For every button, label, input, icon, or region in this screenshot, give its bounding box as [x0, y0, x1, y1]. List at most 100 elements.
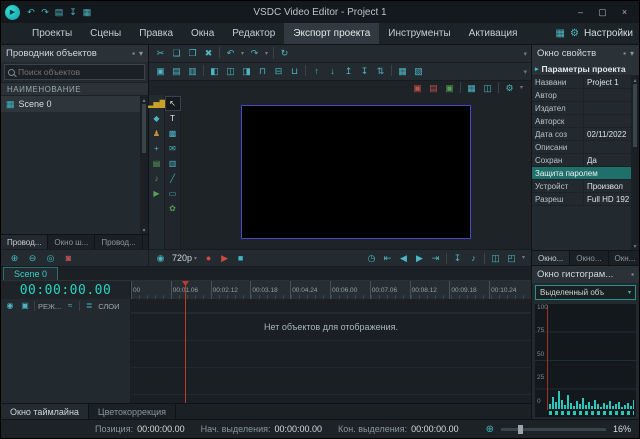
settings-button[interactable]: Настройки: [584, 28, 633, 39]
explorer-tab[interactable]: Провод...: [95, 235, 143, 249]
add-effect-icon[interactable]: ◆: [150, 112, 164, 125]
sprite-tool-icon[interactable]: ▩: [166, 127, 180, 140]
scroll-down-icon[interactable]: ▾: [142, 226, 145, 234]
chroma-key-icon[interactable]: ▤: [426, 82, 441, 95]
record-icon[interactable]: ●: [201, 252, 216, 265]
pin-icon[interactable]: ▪: [132, 49, 135, 58]
waveform-icon[interactable]: ≈: [64, 300, 76, 313]
property-row[interactable]: Разреш Full HD 192: [532, 193, 631, 206]
property-row[interactable]: Защита паролем: [532, 167, 631, 180]
mask-icon[interactable]: ▣: [410, 82, 425, 95]
expand-preview-icon[interactable]: ◰: [504, 252, 519, 265]
move-up-icon[interactable]: ↑: [309, 65, 324, 78]
scene-quick-icon[interactable]: ▦: [80, 4, 94, 20]
grid-view-icon[interactable]: ▦: [464, 82, 479, 95]
menu-item[interactable]: Окна: [182, 23, 223, 44]
minimize-button[interactable]: –: [570, 4, 591, 20]
property-row[interactable]: Устройст Произвол: [532, 180, 631, 193]
scroll-up-icon[interactable]: ▴: [142, 96, 145, 104]
separator[interactable]: [460, 81, 461, 93]
delete-icon[interactable]: ✖: [201, 47, 216, 60]
stop-icon[interactable]: ■: [233, 252, 248, 265]
undo-quick-icon[interactable]: ↶: [24, 4, 38, 20]
layers-icon[interactable]: ≣: [83, 300, 95, 313]
chart-tool-icon[interactable]: ▥: [166, 157, 180, 170]
zoom-slider-handle[interactable]: [517, 424, 523, 434]
group-icon[interactable]: ▦: [395, 65, 410, 78]
maximize-button[interactable]: ▢: [592, 4, 613, 20]
cut-icon[interactable]: ✂: [153, 47, 168, 60]
export-quick-icon[interactable]: ↧: [66, 4, 80, 20]
add-motion-icon[interactable]: ♟: [150, 127, 164, 140]
playback-overflow-icon[interactable]: ▾: [520, 252, 527, 265]
redo-quick-icon[interactable]: ↷: [38, 4, 52, 20]
clock-icon[interactable]: ◷: [364, 252, 379, 265]
separator[interactable]: [305, 65, 306, 76]
playhead-line[interactable]: [185, 281, 186, 403]
gear-icon[interactable]: ⚙: [570, 28, 579, 39]
property-value[interactable]: Project 1: [584, 78, 631, 87]
properties-tab[interactable]: Окно...: [532, 251, 571, 265]
explorer-tab[interactable]: Окно ш...: [48, 235, 96, 249]
add-image-icon[interactable]: ▤: [169, 65, 184, 78]
scroll-thumb[interactable]: [142, 104, 146, 153]
menu-item[interactable]: Правка: [130, 23, 182, 44]
play-scene-icon[interactable]: ▶: [150, 187, 164, 200]
toolbar-overflow-icon[interactable]: ▾: [523, 68, 527, 76]
property-row[interactable]: Названи Project 1: [532, 76, 631, 89]
property-row[interactable]: Авторск: [532, 115, 631, 128]
property-row[interactable]: Сохран Да: [532, 154, 631, 167]
menu-item[interactable]: Проекты: [23, 23, 81, 44]
send-back-icon[interactable]: ↧: [357, 65, 372, 78]
scroll-down-icon[interactable]: ▾: [633, 242, 636, 250]
add-object-icon[interactable]: ▣: [153, 65, 168, 78]
bottom-tab[interactable]: Цветокоррекция: [89, 404, 177, 419]
explorer-scrollbar[interactable]: ▴ ▾: [140, 96, 148, 234]
text-tool-icon[interactable]: T: [166, 112, 180, 125]
record-desktop-icon[interactable]: ◙: [61, 252, 76, 265]
refresh-icon[interactable]: ↻: [277, 47, 292, 60]
histogram-source-dropdown[interactable]: Выделенный объ ▾: [535, 285, 636, 300]
undo-icon[interactable]: ↶: [223, 47, 238, 60]
zoom-in-icon[interactable]: ⊕: [7, 252, 22, 265]
paste-icon[interactable]: ❐: [185, 47, 200, 60]
save-quick-icon[interactable]: ▤: [52, 4, 66, 20]
separator[interactable]: [273, 47, 274, 58]
mode-column-label[interactable]: РЕЖ...: [38, 302, 61, 311]
eye-icon[interactable]: ◉: [4, 300, 16, 313]
add-audio-icon[interactable]: ♪: [150, 172, 164, 185]
scroll-thumb[interactable]: [633, 84, 637, 148]
bottom-tab[interactable]: Окно таймлайна: [1, 404, 89, 419]
preview-eye-icon[interactable]: ◉: [153, 252, 168, 265]
menu-item[interactable]: Сцены: [81, 23, 130, 44]
scroll-up-icon[interactable]: ▴: [633, 76, 636, 84]
movement-icon[interactable]: +: [150, 142, 164, 155]
pin-icon[interactable]: ▪: [623, 49, 626, 58]
zoom-in-icon[interactable]: ⊕: [486, 424, 494, 435]
copy-icon[interactable]: ❏: [169, 47, 184, 60]
video-preview-canvas[interactable]: [241, 105, 471, 239]
menu-item[interactable]: Редактор: [223, 23, 284, 44]
lock-icon[interactable]: ▣: [19, 300, 31, 313]
capture-frame-icon[interactable]: ↧: [450, 252, 465, 265]
separator[interactable]: [498, 81, 499, 93]
play-icon[interactable]: ▶: [217, 252, 232, 265]
undo-caret-icon[interactable]: ▾: [239, 47, 246, 60]
add-video-icon[interactable]: ▤: [150, 157, 164, 170]
view-settings-caret-icon[interactable]: ▾: [518, 82, 525, 95]
go-end-icon[interactable]: ⇥: [428, 252, 443, 265]
safe-zones-icon[interactable]: ◫: [480, 82, 495, 95]
line-tool-icon[interactable]: ╱: [166, 172, 180, 185]
align-right-icon[interactable]: ◨: [239, 65, 254, 78]
collapse-icon[interactable]: ▾: [139, 49, 143, 58]
menu-item[interactable]: Экспорт проекта: [284, 23, 380, 44]
property-value[interactable]: Да: [584, 156, 631, 165]
property-value[interactable]: 02/11/2022: [584, 130, 631, 139]
prev-frame-icon[interactable]: ◀: [396, 252, 411, 265]
move-down-icon[interactable]: ↓: [325, 65, 340, 78]
rectangle-tool-icon[interactable]: ▭: [166, 187, 180, 200]
name-column-header[interactable]: НАИМЕНОВАНИЕ: [1, 82, 148, 96]
separator[interactable]: [484, 252, 485, 264]
separator[interactable]: [391, 65, 392, 76]
view-settings-gear-icon[interactable]: ⚙: [502, 82, 517, 95]
